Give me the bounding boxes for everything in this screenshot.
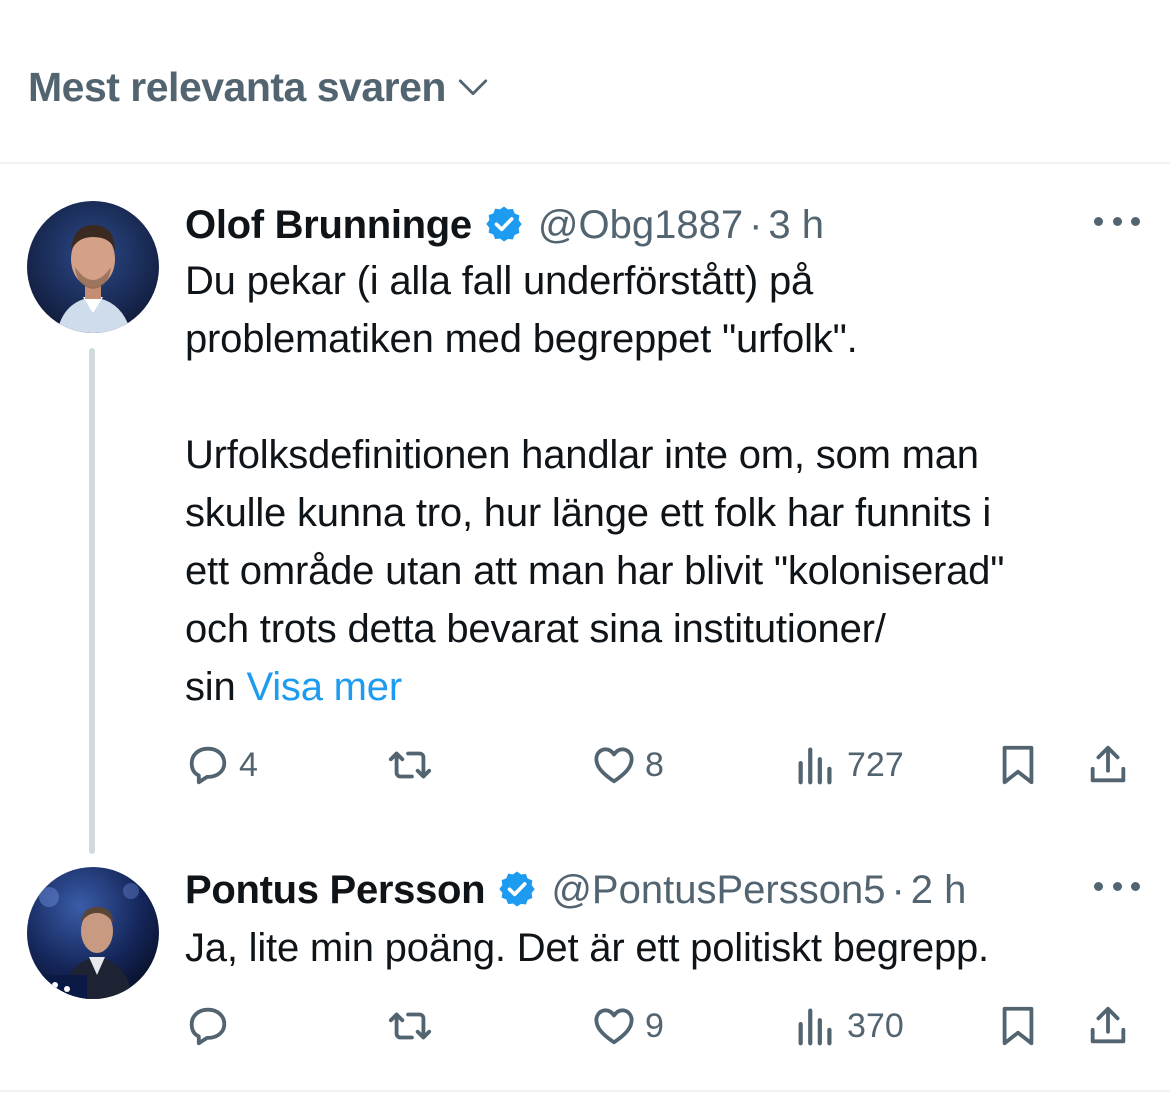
reply-icon xyxy=(189,746,227,785)
timestamp[interactable]: 3 h xyxy=(768,203,824,248)
reply-button[interactable] xyxy=(185,996,239,1056)
timestamp[interactable]: 2 h xyxy=(911,868,967,913)
reply-icon xyxy=(189,1007,227,1046)
reply-sort-label: Mest relevanta svaren xyxy=(28,64,446,110)
tweet-header: Pontus Persson @PontusPersson5 · 2 h xyxy=(185,863,966,913)
bookmark-icon xyxy=(1002,745,1034,785)
reply-button[interactable]: 4 xyxy=(185,735,258,795)
tweet-actions: 9 370 xyxy=(185,996,1140,1056)
text-line: Ja, lite min poäng. Det är ett politiskt… xyxy=(185,926,989,970)
text-line: Du pekar (i alla fall underförstått) på xyxy=(185,259,814,303)
view-count: 370 xyxy=(847,1006,904,1045)
text-line: och trots detta bevarat sina institution… xyxy=(185,607,886,651)
verified-badge-icon[interactable] xyxy=(497,869,537,909)
separator-dot: · xyxy=(749,203,763,247)
share-button[interactable] xyxy=(1085,996,1131,1056)
text-line: skulle kunna tro, hur länge ett folk har… xyxy=(185,491,992,535)
views-button[interactable]: 370 xyxy=(793,996,904,1056)
share-icon xyxy=(1090,745,1126,783)
bookmark-icon xyxy=(1002,1006,1034,1046)
retweet-button[interactable] xyxy=(387,735,441,795)
separator-dot: · xyxy=(891,868,905,912)
bookmark-button[interactable] xyxy=(995,996,1041,1056)
heart-icon xyxy=(594,747,634,784)
divider xyxy=(0,1090,1170,1092)
share-icon xyxy=(1090,1006,1126,1044)
more-options-icon[interactable] xyxy=(1094,214,1140,228)
tweet-actions: 4 8 727 xyxy=(185,735,1140,795)
view-count: 727 xyxy=(847,745,904,784)
text-line: Urfolksdefinitionen handlar inte om, som… xyxy=(185,433,979,477)
author-handle[interactable]: @Obg1887 xyxy=(538,203,743,248)
tweet-text: Ja, lite min poäng. Det är ett politiskt… xyxy=(185,919,1145,977)
like-count: 8 xyxy=(645,745,664,784)
avatar[interactable] xyxy=(27,201,159,333)
retweet-icon xyxy=(388,1012,432,1040)
text-line: problematiken med begreppet "urfolk". xyxy=(185,317,858,361)
like-button[interactable]: 9 xyxy=(591,996,664,1056)
like-button[interactable]: 8 xyxy=(591,735,664,795)
views-button[interactable]: 727 xyxy=(793,735,904,795)
author-name[interactable]: Olof Brunninge xyxy=(185,203,472,248)
views-chart-icon xyxy=(798,747,832,785)
views-chart-icon xyxy=(798,1008,832,1046)
more-options-icon[interactable] xyxy=(1094,879,1140,893)
share-button[interactable] xyxy=(1085,735,1131,795)
thread-connector-line xyxy=(89,348,95,854)
text-line: ett område utan att man har blivit "kolo… xyxy=(185,549,1005,593)
tweet-header: Olof Brunninge @Obg1887 · 3 h xyxy=(185,198,824,248)
heart-icon xyxy=(594,1008,634,1045)
avatar[interactable] xyxy=(27,867,159,999)
retweet-icon xyxy=(388,751,432,779)
like-count: 9 xyxy=(645,1006,664,1045)
retweet-button[interactable] xyxy=(387,996,441,1056)
reply-sort-header: Mest relevanta svaren xyxy=(0,0,1170,164)
author-name[interactable]: Pontus Persson xyxy=(185,868,486,913)
text-line: sin xyxy=(185,665,247,709)
show-more-link[interactable]: Visa mer xyxy=(246,665,402,709)
tweet-text: Du pekar (i alla fall underförstått) på … xyxy=(185,252,1145,716)
reply-count: 4 xyxy=(239,745,258,784)
chevron-down-icon xyxy=(458,79,488,95)
reply-sort-button[interactable]: Mest relevanta svaren xyxy=(28,64,490,111)
verified-badge-icon[interactable] xyxy=(484,204,524,244)
author-handle[interactable]: @PontusPersson5 xyxy=(551,868,885,913)
bookmark-button[interactable] xyxy=(995,735,1041,795)
